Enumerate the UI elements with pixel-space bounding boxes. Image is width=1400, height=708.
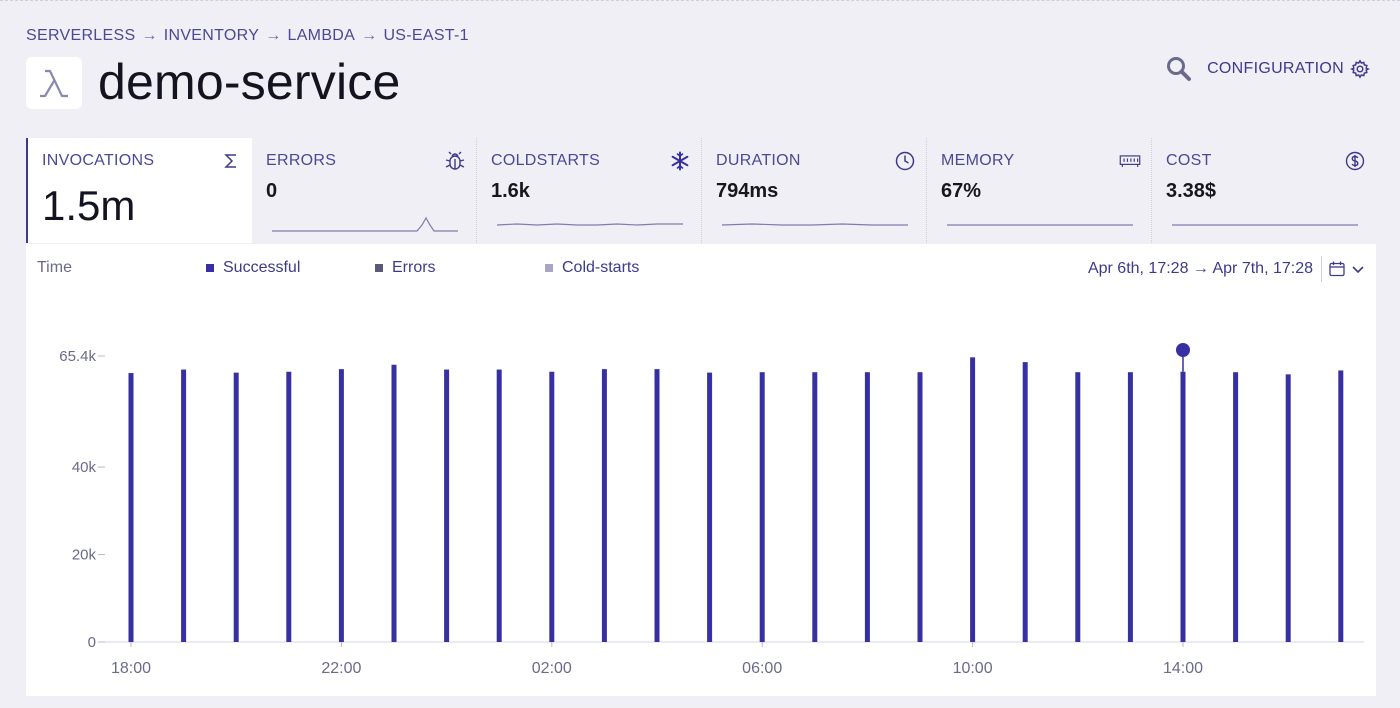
metric-label: INVOCATIONS: [42, 152, 155, 169]
bar-successful: [391, 364, 397, 642]
bar-successful: [496, 369, 502, 642]
breadcrumb-separator: →: [361, 27, 378, 44]
snowflake-icon: [669, 150, 691, 172]
header-actions: CONFIGURATION: [1165, 55, 1370, 83]
metric-memory[interactable]: MEMORY 67%: [927, 138, 1152, 243]
metric-label: MEMORY: [941, 152, 1015, 169]
page-title: demo-service: [98, 54, 401, 110]
bar-successful: [654, 369, 660, 642]
duration-sparkline: [722, 223, 908, 226]
breadcrumb-lambda[interactable]: LAMBDA: [288, 27, 356, 45]
bar-successful: [864, 372, 870, 642]
bar-successful: [917, 372, 923, 642]
y-tick-label: 40k: [72, 459, 97, 476]
x-tick-label: 22:00: [321, 660, 361, 677]
configuration-label: CONFIGURATION: [1207, 60, 1344, 77]
breadcrumb-separator: →: [265, 27, 282, 44]
metric-value: 3.38$: [1166, 180, 1217, 202]
metric-label: COST: [1166, 152, 1212, 169]
bug-icon: [444, 150, 466, 172]
sigma-icon: [220, 150, 242, 172]
bar-successful: [759, 372, 765, 642]
bar-successful: [233, 372, 239, 642]
bar-successful: [970, 357, 976, 642]
bar-successful: [1233, 372, 1239, 642]
highlight-marker-dot: [1176, 343, 1190, 357]
metric-invocations[interactable]: INVOCATIONS 1.5m: [26, 138, 252, 243]
metric-value: 1.6k: [491, 180, 530, 202]
bar-successful: [1338, 370, 1344, 642]
bar-successful: [601, 369, 607, 642]
bar-successful: [181, 369, 187, 642]
bar-successful: [812, 372, 818, 642]
y-tick-label: 0: [88, 634, 96, 651]
bar-successful: [338, 369, 344, 642]
breadcrumb-separator: →: [141, 27, 158, 44]
chart-panel: Time Successful Errors Cold-starts Apr 6…: [26, 244, 1376, 696]
bar-successful: [1022, 362, 1028, 642]
bar-successful: [286, 371, 292, 642]
lambda-icon: [40, 69, 68, 98]
x-tick-label: 06:00: [742, 660, 782, 677]
y-tick-label: 65.4k: [59, 348, 96, 365]
bar-successful: [1127, 372, 1133, 642]
errors-sparkline: [272, 216, 458, 232]
bar-successful: [1285, 374, 1291, 642]
metric-value: 794ms: [716, 180, 779, 202]
x-tick-label: 18:00: [111, 660, 151, 677]
breadcrumb-region: US-EAST-1: [383, 27, 469, 44]
metric-duration[interactable]: DURATION 794ms: [702, 138, 927, 243]
bar-successful: [1180, 371, 1186, 642]
x-tick-label: 14:00: [1163, 660, 1203, 677]
metric-value: 1.5m: [42, 182, 136, 229]
metrics-bar: INVOCATIONS 1.5m ERRORS 0 COLDSTARTS 1.6…: [26, 138, 1376, 243]
memory-sparkline: [947, 224, 1133, 226]
bar-successful: [128, 373, 134, 642]
x-tick-label: 10:00: [953, 660, 993, 677]
breadcrumb-serverless[interactable]: SERVERLESS: [26, 27, 135, 45]
metric-cost[interactable]: COST 3.38$: [1152, 138, 1376, 243]
metric-errors[interactable]: ERRORS 0: [252, 138, 477, 243]
clock-icon: [894, 150, 916, 172]
coldstarts-sparkline: [497, 223, 683, 226]
metric-value: 67%: [941, 180, 982, 202]
bar-successful: [1075, 372, 1081, 642]
breadcrumb-inventory[interactable]: INVENTORY: [164, 27, 259, 45]
bar-successful: [549, 371, 555, 642]
cost-sparkline: [1172, 224, 1358, 226]
metric-label: DURATION: [716, 152, 801, 169]
metric-label: ERRORS: [266, 152, 337, 169]
metric-coldstarts[interactable]: COLDSTARTS 1.6k: [477, 138, 702, 243]
metric-value: 0: [266, 180, 278, 202]
breadcrumb: SERVERLESS → INVENTORY → LAMBDA → US-EAS…: [26, 27, 469, 45]
bar-successful: [444, 369, 450, 642]
metric-label: COLDSTARTS: [491, 152, 601, 169]
gear-icon: [1350, 59, 1370, 79]
invocations-chart[interactable]: 0 20k 40k 65.4k 18:00 22:00 02:00 06:00 10:00 14:…: [26, 244, 1376, 696]
service-logo: [26, 57, 82, 109]
dollar-icon: [1344, 150, 1366, 172]
bar-successful: [707, 372, 713, 642]
y-tick-label: 20k: [72, 547, 97, 564]
configuration-button[interactable]: CONFIGURATION: [1207, 59, 1370, 79]
search-icon[interactable]: [1165, 55, 1193, 83]
memory-icon: [1119, 150, 1141, 172]
x-tick-label: 02:00: [532, 660, 572, 677]
